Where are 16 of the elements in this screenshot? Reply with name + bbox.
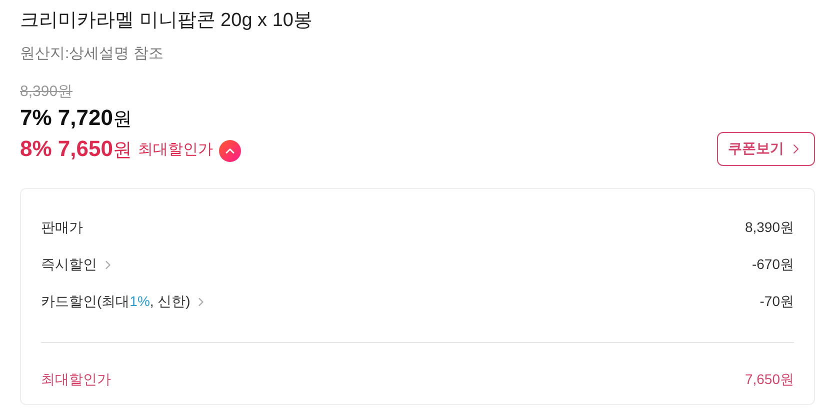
row-value: 8,390원: [744, 218, 794, 237]
total-label: 최대할인가: [41, 370, 111, 389]
row-value: -70원: [760, 292, 794, 311]
coupon-button[interactable]: 쿠폰보기: [717, 132, 815, 166]
row-label[interactable]: 카드할인(최대 1%, 신한): [41, 291, 190, 312]
row-label: 판매가: [41, 218, 83, 237]
max-discount-label: 최대할인가: [138, 140, 213, 160]
row-label[interactable]: 즉시할인: [41, 254, 97, 275]
original-price: 8,390원: [20, 82, 73, 102]
row-value: -670원: [752, 255, 794, 274]
sale-price: 7% 7,720원: [20, 104, 132, 132]
product-title: 크리미카라멜 미니팝콘 20g x 10봉: [20, 9, 314, 33]
origin-text: 원산지:상세설명 참조: [20, 44, 164, 64]
toggle-button[interactable]: [218, 140, 241, 162]
max-discount-price: 8% 7,650원: [20, 135, 132, 163]
total-value: 7,650원: [744, 370, 794, 389]
